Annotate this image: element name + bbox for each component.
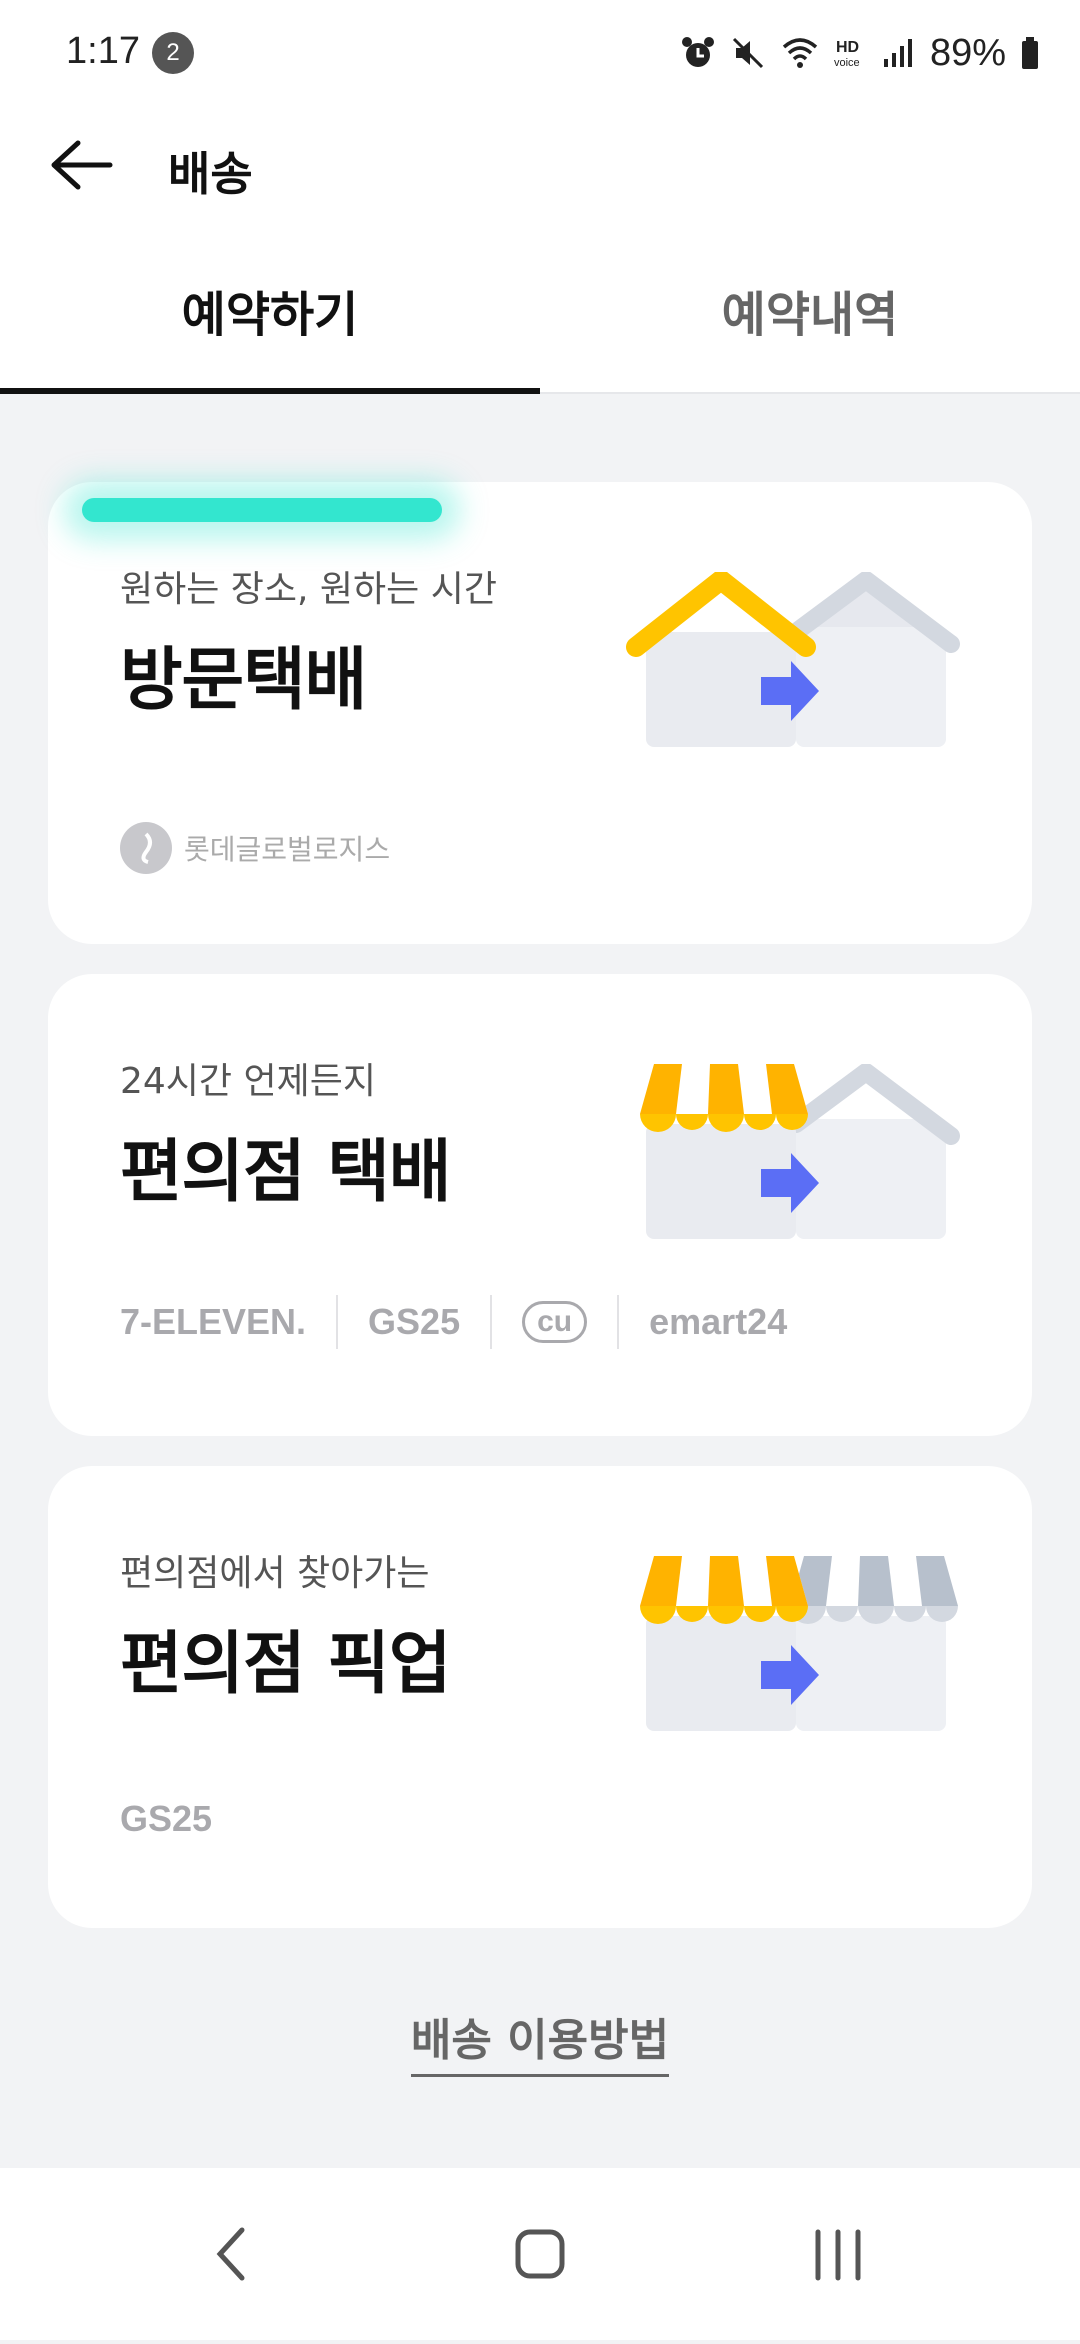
seven-eleven-logo: 7-ELEVEN. [120,1301,307,1342]
status-time: 1:17 [66,30,140,72]
card-title: 편의점 픽업 [120,1625,451,1704]
gs25-logo: GS25 [120,1798,213,1839]
nav-back-button[interactable] [132,2168,332,2340]
visit-delivery-card[interactable]: 원하는 장소, 원하는 시간 방문택배 롯데글로벌로지스 [48,482,1032,944]
nav-recents-button[interactable] [738,2168,938,2340]
nav-back-icon [216,2227,245,2281]
status-bar: 1:17 2 HD voice 89% [0,0,1080,100]
gs25-logo: GS25 [368,1301,461,1342]
nav-home-icon [515,2229,565,2279]
mute-icon [732,37,763,69]
cu-logo: cu [522,1301,588,1343]
store-logos: 7-ELEVEN. GS25 cu emart24 [120,1292,817,1352]
svg-text:voice: voice [834,57,860,69]
nav-recents-icon [815,2229,861,2281]
notification-count-badge: 2 [152,32,194,74]
signal-icon [883,39,912,67]
app-bar: 배송 [0,100,1080,230]
card-subtitle: 24시간 언제든지 [120,1061,376,1102]
battery-percent: 89% [929,31,1006,74]
tab-reserve[interactable]: 예약하기 [0,230,540,392]
lotte-logo: 롯데글로벌로지스 [120,822,390,874]
card-subtitle: 원하는 장소, 원하는 시간 [120,569,497,610]
wifi-icon [782,38,818,68]
active-tab-indicator [0,388,540,394]
emart24-logo: emart24 [649,1301,788,1342]
svg-text:HD: HD [836,39,859,56]
card-title: 편의점 택배 [120,1133,451,1212]
divider [490,1295,493,1349]
status-icons: HD voice 89% [680,28,1040,78]
how-to-use-delivery-link-row: 배송 이용방법 [0,2004,1080,2077]
battery-icon [1022,37,1038,69]
tab-bar: 예약하기 예약내역 [0,230,1080,394]
back-arrow-icon [51,140,113,190]
partner-name: 롯데글로벌로지스 [184,833,391,866]
convenience-store-pickup-card[interactable]: 편의점에서 찾아가는 편의점 픽업 GS25 [48,1466,1032,1928]
lotte-mark-icon [120,822,172,874]
back-button[interactable] [40,130,130,200]
page-title: 배송 [168,147,253,201]
tab-history[interactable]: 예약내역 [540,230,1080,392]
store-to-house-icon [640,1064,960,1239]
convenience-store-delivery-card[interactable]: 24시간 언제든지 편의점 택배 7-ELEVEN. GS25 cu emart… [48,974,1032,1436]
nav-home-button[interactable] [440,2168,640,2340]
how-to-use-delivery-link[interactable]: 배송 이용방법 [410,2015,670,2077]
card-subtitle: 편의점에서 찾아가는 [120,1553,430,1594]
store-to-store-icon [640,1556,958,1731]
house-to-house-icon [626,572,960,747]
highlight-underline [82,498,442,522]
hd-voice-icon: HD voice [834,39,860,69]
system-nav-bar [0,2168,1080,2340]
card-title: 방문택배 [120,641,367,720]
alarm-icon [681,37,714,67]
